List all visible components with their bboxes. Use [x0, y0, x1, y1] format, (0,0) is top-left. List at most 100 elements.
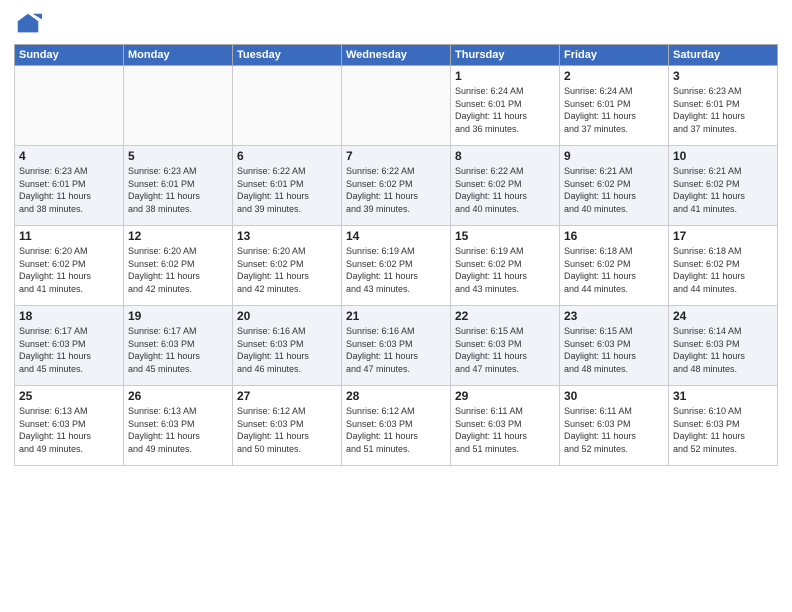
calendar-cell: 28 Sunrise: 6:12 AM Sunset: 6:03 PM Dayli…	[342, 386, 451, 466]
week-row-4: 18Sunrise: 6:17 AM Sunset: 6:03 PM Dayli…	[15, 306, 778, 386]
weekday-header-sunday: Sunday	[15, 45, 124, 66]
calendar-cell: 14 Sunrise: 6:19 AM Sunset: 6:02 PM Dayli…	[342, 226, 451, 306]
calendar-cell: 5 Sunrise: 6:23 AM Sunset: 6:01 PM Daylig…	[124, 146, 233, 226]
week-row-3: 11 Sunrise: 6:20 AM Sunset: 6:02 PM Dayli…	[15, 226, 778, 306]
logo-icon	[14, 10, 42, 38]
day-number: 19	[128, 309, 228, 323]
day-info: Sunrise: 6:19 AM Sunset: 6:02 PM Dayligh…	[346, 245, 446, 295]
calendar-cell	[342, 66, 451, 146]
logo	[14, 10, 46, 38]
week-row-2: 4 Sunrise: 6:23 AM Sunset: 6:01 PM Daylig…	[15, 146, 778, 226]
day-info: Sunrise: 6:11 AM Sunset: 6:03 PM Dayligh…	[455, 405, 555, 455]
calendar-cell: 12Sunrise: 6:20 AM Sunset: 6:02 PM Dayli…	[124, 226, 233, 306]
day-number: 26	[128, 389, 228, 403]
day-info: Sunrise: 6:22 AM Sunset: 6:02 PM Dayligh…	[346, 165, 446, 215]
calendar-cell: 10 Sunrise: 6:21 AM Sunset: 6:02 PM Dayli…	[669, 146, 778, 226]
day-info: Sunrise: 6:22 AM Sunset: 6:02 PM Dayligh…	[455, 165, 555, 215]
day-number: 30	[564, 389, 664, 403]
calendar-cell: 2 Sunrise: 6:24 AM Sunset: 6:01 PM Daylig…	[560, 66, 669, 146]
calendar-cell: 23 Sunrise: 6:15 AM Sunset: 6:03 PM Dayli…	[560, 306, 669, 386]
week-row-5: 25 Sunrise: 6:13 AM Sunset: 6:03 PM Dayli…	[15, 386, 778, 466]
day-number: 7	[346, 149, 446, 163]
day-info: Sunrise: 6:10 AM Sunset: 6:03 PM Dayligh…	[673, 405, 773, 455]
week-row-1: 1 Sunrise: 6:24 AM Sunset: 6:01 PM Daylig…	[15, 66, 778, 146]
weekday-header-monday: Monday	[124, 45, 233, 66]
calendar-cell: 8 Sunrise: 6:22 AM Sunset: 6:02 PM Daylig…	[451, 146, 560, 226]
calendar-table: SundayMondayTuesdayWednesdayThursdayFrid…	[14, 44, 778, 466]
day-info: Sunrise: 6:17 AM Sunset: 6:03 PM Dayligh…	[128, 325, 228, 375]
calendar-cell: 16 Sunrise: 6:18 AM Sunset: 6:02 PM Dayli…	[560, 226, 669, 306]
day-number: 11	[19, 229, 119, 243]
day-info: Sunrise: 6:15 AM Sunset: 6:03 PM Dayligh…	[564, 325, 664, 375]
day-info: Sunrise: 6:13 AM Sunset: 6:03 PM Dayligh…	[19, 405, 119, 455]
calendar-cell: 13Sunrise: 6:20 AM Sunset: 6:02 PM Dayli…	[233, 226, 342, 306]
day-number: 10	[673, 149, 773, 163]
weekday-header-thursday: Thursday	[451, 45, 560, 66]
day-info: Sunrise: 6:12 AM Sunset: 6:03 PM Dayligh…	[346, 405, 446, 455]
day-info: Sunrise: 6:20 AM Sunset: 6:02 PM Dayligh…	[19, 245, 119, 295]
calendar-cell: 24 Sunrise: 6:14 AM Sunset: 6:03 PM Dayli…	[669, 306, 778, 386]
day-number: 25	[19, 389, 119, 403]
weekday-header-friday: Friday	[560, 45, 669, 66]
day-number: 15	[455, 229, 555, 243]
day-number: 29	[455, 389, 555, 403]
calendar-cell: 17 Sunrise: 6:18 AM Sunset: 6:02 PM Dayli…	[669, 226, 778, 306]
day-info: Sunrise: 6:24 AM Sunset: 6:01 PM Dayligh…	[455, 85, 555, 135]
calendar-cell: 31 Sunrise: 6:10 AM Sunset: 6:03 PM Dayli…	[669, 386, 778, 466]
day-number: 27	[237, 389, 337, 403]
day-info: Sunrise: 6:20 AM Sunset: 6:02 PM Dayligh…	[237, 245, 337, 295]
calendar-cell: 20Sunrise: 6:16 AM Sunset: 6:03 PM Dayli…	[233, 306, 342, 386]
day-info: Sunrise: 6:19 AM Sunset: 6:02 PM Dayligh…	[455, 245, 555, 295]
calendar-cell: 11 Sunrise: 6:20 AM Sunset: 6:02 PM Dayli…	[15, 226, 124, 306]
day-number: 6	[237, 149, 337, 163]
day-number: 9	[564, 149, 664, 163]
calendar-cell: 3Sunrise: 6:23 AM Sunset: 6:01 PM Daylig…	[669, 66, 778, 146]
day-number: 8	[455, 149, 555, 163]
day-info: Sunrise: 6:16 AM Sunset: 6:03 PM Dayligh…	[237, 325, 337, 375]
day-number: 22	[455, 309, 555, 323]
day-info: Sunrise: 6:13 AM Sunset: 6:03 PM Dayligh…	[128, 405, 228, 455]
weekday-header-wednesday: Wednesday	[342, 45, 451, 66]
day-number: 16	[564, 229, 664, 243]
page: SundayMondayTuesdayWednesdayThursdayFrid…	[0, 0, 792, 612]
calendar-cell: 26 Sunrise: 6:13 AM Sunset: 6:03 PM Dayli…	[124, 386, 233, 466]
calendar-cell: 4 Sunrise: 6:23 AM Sunset: 6:01 PM Daylig…	[15, 146, 124, 226]
day-info: Sunrise: 6:23 AM Sunset: 6:01 PM Dayligh…	[19, 165, 119, 215]
day-info: Sunrise: 6:14 AM Sunset: 6:03 PM Dayligh…	[673, 325, 773, 375]
day-info: Sunrise: 6:21 AM Sunset: 6:02 PM Dayligh…	[564, 165, 664, 215]
day-info: Sunrise: 6:16 AM Sunset: 6:03 PM Dayligh…	[346, 325, 446, 375]
calendar-cell: 22 Sunrise: 6:15 AM Sunset: 6:03 PM Dayli…	[451, 306, 560, 386]
day-info: Sunrise: 6:15 AM Sunset: 6:03 PM Dayligh…	[455, 325, 555, 375]
day-info: Sunrise: 6:23 AM Sunset: 6:01 PM Dayligh…	[673, 85, 773, 135]
day-number: 28	[346, 389, 446, 403]
day-number: 5	[128, 149, 228, 163]
day-number: 17	[673, 229, 773, 243]
day-info: Sunrise: 6:23 AM Sunset: 6:01 PM Dayligh…	[128, 165, 228, 215]
weekday-header-saturday: Saturday	[669, 45, 778, 66]
day-info: Sunrise: 6:17 AM Sunset: 6:03 PM Dayligh…	[19, 325, 119, 375]
day-number: 31	[673, 389, 773, 403]
day-number: 23	[564, 309, 664, 323]
day-info: Sunrise: 6:24 AM Sunset: 6:01 PM Dayligh…	[564, 85, 664, 135]
day-number: 14	[346, 229, 446, 243]
calendar-cell: 7 Sunrise: 6:22 AM Sunset: 6:02 PM Daylig…	[342, 146, 451, 226]
calendar-cell	[124, 66, 233, 146]
day-info: Sunrise: 6:18 AM Sunset: 6:02 PM Dayligh…	[564, 245, 664, 295]
day-info: Sunrise: 6:12 AM Sunset: 6:03 PM Dayligh…	[237, 405, 337, 455]
calendar-cell	[15, 66, 124, 146]
day-number: 21	[346, 309, 446, 323]
day-info: Sunrise: 6:11 AM Sunset: 6:03 PM Dayligh…	[564, 405, 664, 455]
header	[14, 10, 778, 38]
calendar-cell: 27 Sunrise: 6:12 AM Sunset: 6:03 PM Dayli…	[233, 386, 342, 466]
calendar-cell: 29 Sunrise: 6:11 AM Sunset: 6:03 PM Dayli…	[451, 386, 560, 466]
calendar-cell: 9 Sunrise: 6:21 AM Sunset: 6:02 PM Daylig…	[560, 146, 669, 226]
day-number: 1	[455, 69, 555, 83]
calendar-cell: 25 Sunrise: 6:13 AM Sunset: 6:03 PM Dayli…	[15, 386, 124, 466]
day-number: 24	[673, 309, 773, 323]
day-info: Sunrise: 6:18 AM Sunset: 6:02 PM Dayligh…	[673, 245, 773, 295]
weekday-header-tuesday: Tuesday	[233, 45, 342, 66]
calendar-cell: 6Sunrise: 6:22 AM Sunset: 6:01 PM Daylig…	[233, 146, 342, 226]
day-number: 4	[19, 149, 119, 163]
day-number: 2	[564, 69, 664, 83]
day-info: Sunrise: 6:21 AM Sunset: 6:02 PM Dayligh…	[673, 165, 773, 215]
